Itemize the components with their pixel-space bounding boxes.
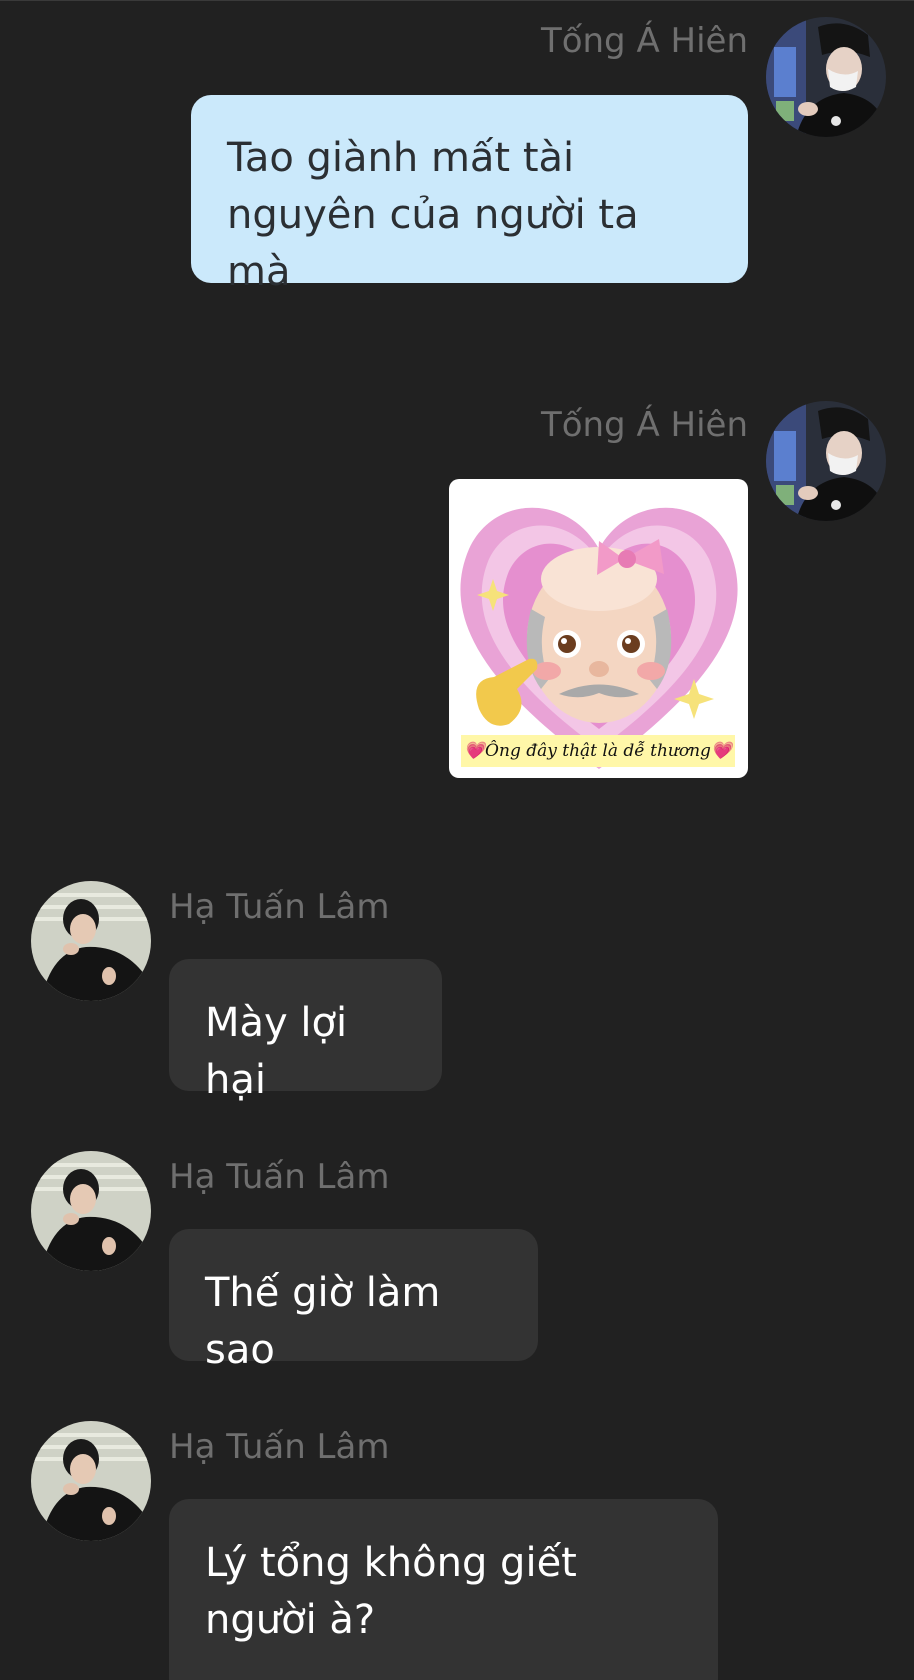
message-text: Tao giành mất tài nguyên của người ta mà bbox=[227, 135, 639, 295]
message-text: Lý tổng không giết người à? bbox=[205, 1540, 577, 1643]
message-text: Thế giờ làm sao bbox=[205, 1270, 441, 1373]
avatar-photo-icon bbox=[766, 17, 886, 137]
message-bubble-incoming[interactable]: Lý tổng không giết người à? bbox=[169, 1499, 718, 1680]
sender-name: Hạ Tuấn Lâm bbox=[169, 887, 390, 927]
message-text: Mày lợi hại bbox=[205, 1000, 348, 1103]
avatar[interactable] bbox=[31, 1151, 151, 1271]
sender-name: Hạ Tuấn Lâm bbox=[169, 1157, 390, 1197]
avatar-photo-icon bbox=[31, 1421, 151, 1541]
chat-view: Tống Á Hiên Tao giành mất tài nguyên của… bbox=[0, 0, 914, 1680]
avatar-photo-icon bbox=[31, 881, 151, 1001]
message-bubble-outgoing[interactable]: Tao giành mất tài nguyên của người ta mà bbox=[191, 95, 748, 295]
sender-name: Tống Á Hiên bbox=[540, 21, 748, 61]
message-bubble-incoming[interactable]: Mày lợi hại bbox=[169, 959, 442, 1103]
avatar[interactable] bbox=[31, 1421, 151, 1541]
sticker-caption: 💗Ông đây thật là dễ thương💗 bbox=[461, 735, 735, 767]
avatar[interactable] bbox=[766, 401, 886, 521]
message-bubble-incoming[interactable]: Thế giờ làm sao bbox=[169, 1229, 538, 1373]
sticker-message[interactable]: 💗Ông đây thật là dễ thương💗 bbox=[449, 479, 748, 778]
old-man-heart-sticker-icon bbox=[460, 507, 738, 769]
avatar[interactable] bbox=[31, 881, 151, 1001]
sender-name: Hạ Tuấn Lâm bbox=[169, 1427, 390, 1467]
avatar-photo-icon bbox=[31, 1151, 151, 1271]
avatar[interactable] bbox=[766, 17, 886, 137]
sender-name: Tống Á Hiên bbox=[540, 405, 748, 445]
avatar-photo-icon bbox=[766, 401, 886, 521]
